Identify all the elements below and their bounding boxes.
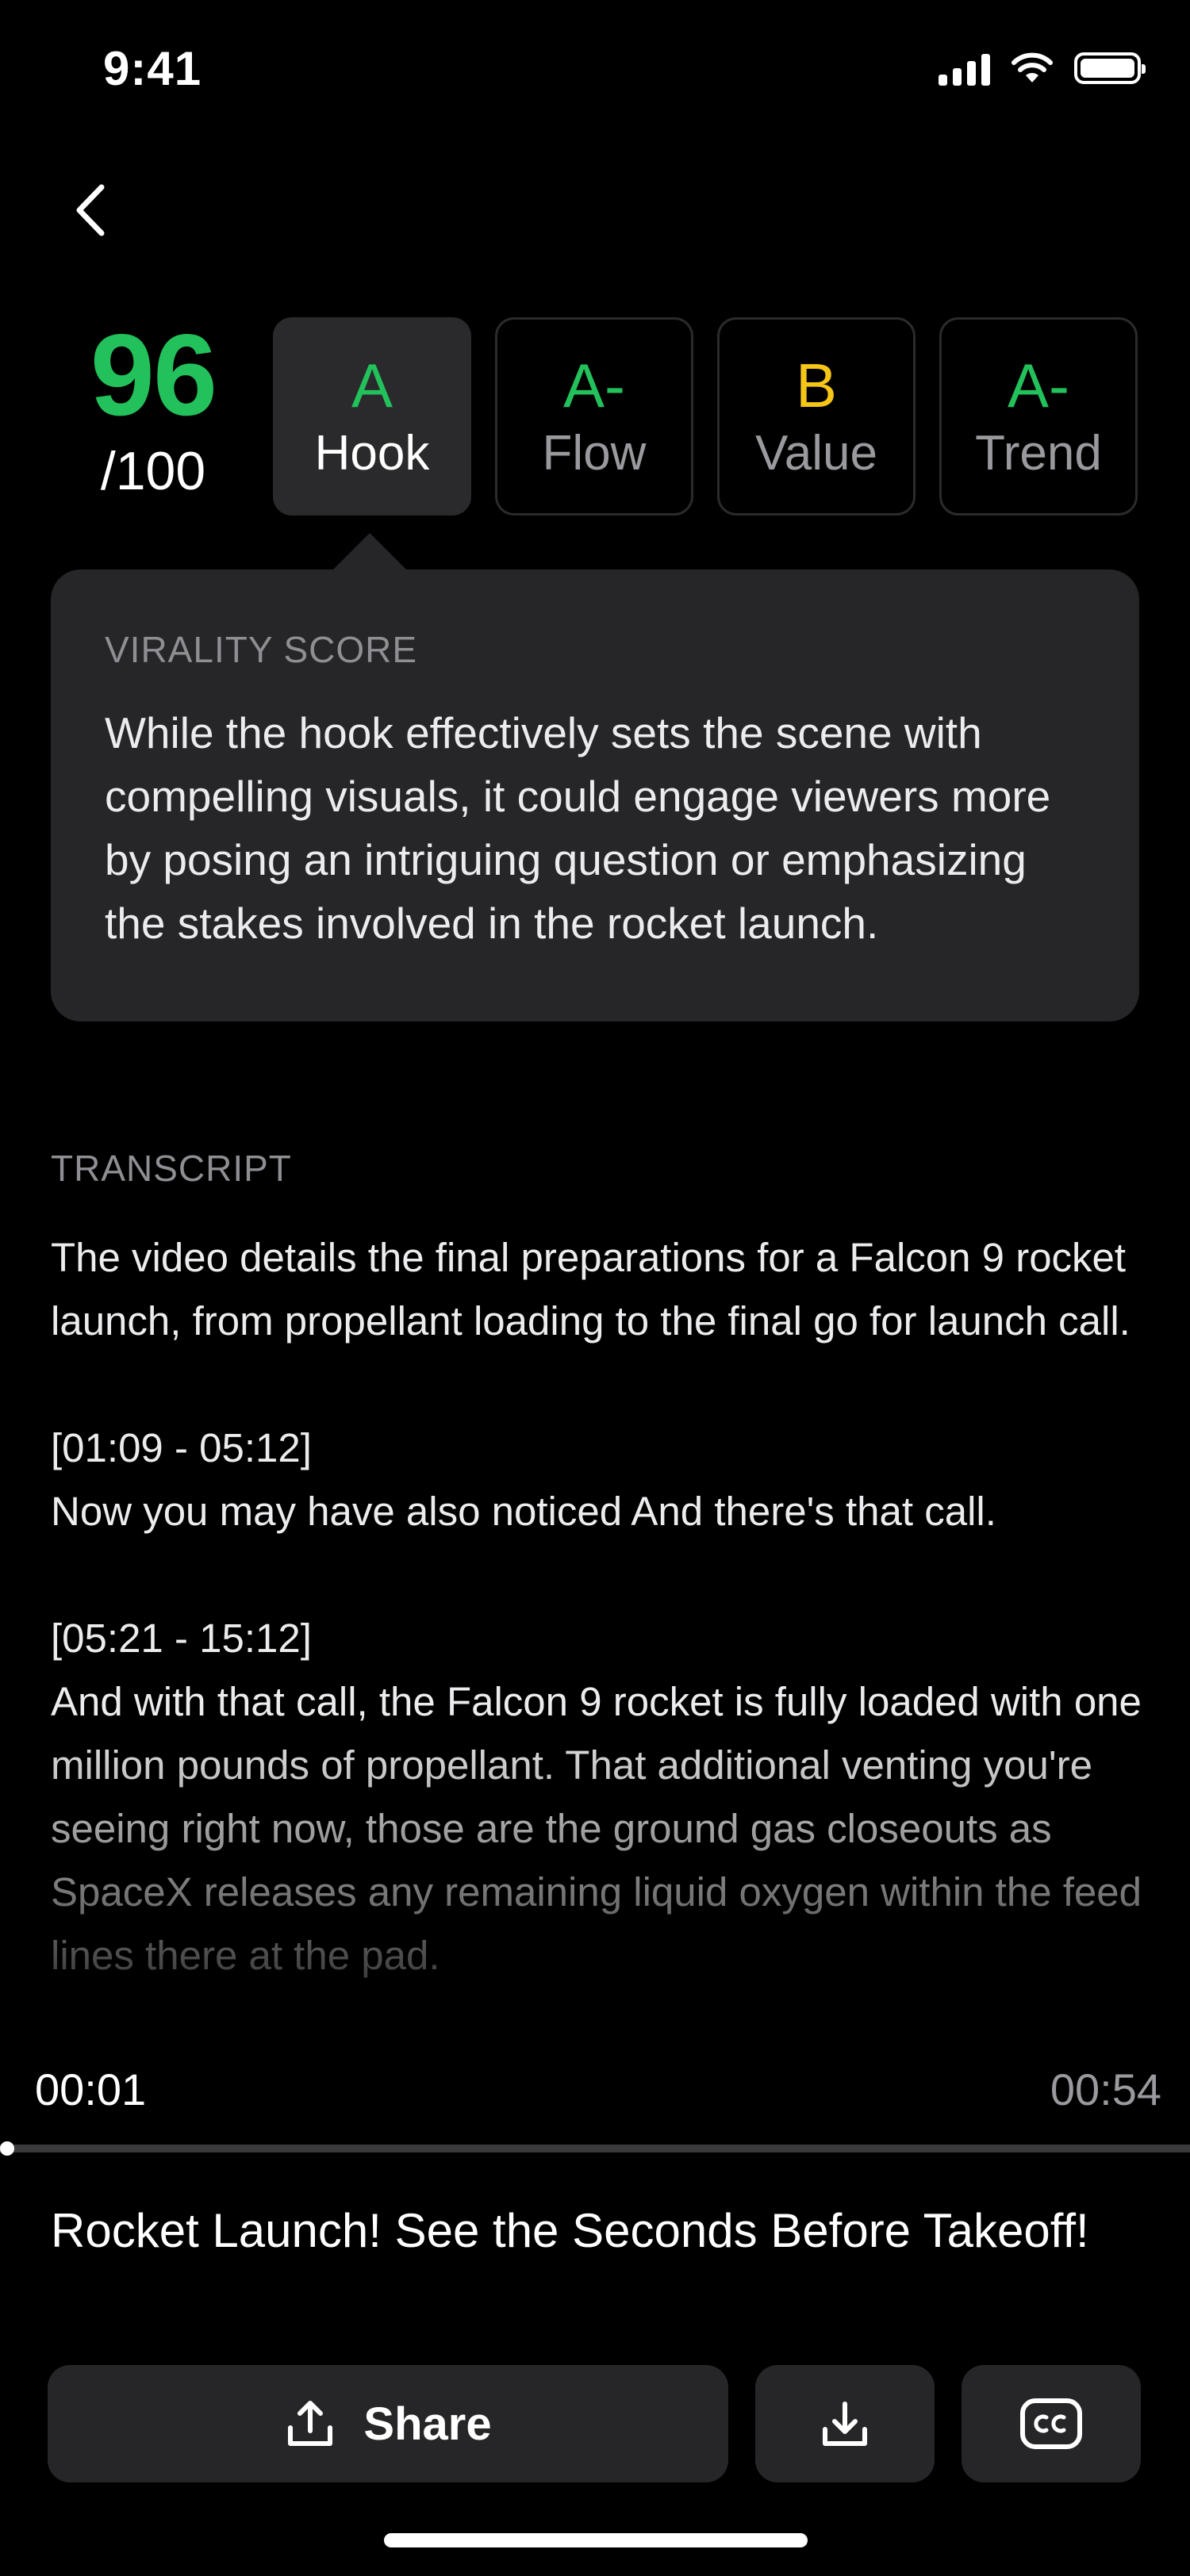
download-button[interactable] xyxy=(755,2365,935,2482)
grade-label: Hook xyxy=(314,426,430,481)
segment-timestamp: [01:09 - 05:12] xyxy=(51,1425,312,1470)
virality-score-card: VIRALITY SCORE While the hook effectivel… xyxy=(51,569,1139,1022)
chevron-left-icon xyxy=(76,184,105,236)
info-card-title: VIRALITY SCORE xyxy=(105,629,418,670)
grade-letter: A xyxy=(351,351,393,420)
video-title: Rocket Launch! See the Seconds Before Ta… xyxy=(51,2204,1089,2257)
grade-letter: A- xyxy=(563,351,625,420)
share-button[interactable]: Share xyxy=(48,2365,728,2482)
battery-icon xyxy=(1074,52,1146,84)
cellular-signal-icon xyxy=(939,51,990,86)
total-time: 00:54 xyxy=(1050,2064,1161,2114)
grade-cards: A Hook A- Flow B Value A- Trend xyxy=(273,317,1138,516)
segment-text: And with that call, the Falcon 9 rocket … xyxy=(51,1679,1142,1978)
grade-card-value[interactable]: B Value xyxy=(717,317,916,516)
grade-label: Value xyxy=(755,426,877,481)
progress-bar[interactable] xyxy=(0,2145,1190,2152)
transcript-summary: The video details the final preparations… xyxy=(51,1235,1130,1344)
closed-captions-icon xyxy=(1020,2398,1082,2449)
score-value: 96 xyxy=(90,310,217,439)
share-label: Share xyxy=(363,2398,492,2450)
current-time: 00:01 xyxy=(35,2064,147,2114)
share-icon xyxy=(288,2401,333,2446)
transcript-segment: [05:21 - 15:12] And with that call, the … xyxy=(51,1607,1146,1988)
segment-timestamp: [05:21 - 15:12] xyxy=(51,1616,312,1661)
grade-letter: A- xyxy=(1008,351,1069,420)
grade-card-flow[interactable]: A- Flow xyxy=(495,317,693,516)
tooltip-pointer xyxy=(332,533,408,571)
grade-card-trend[interactable]: A- Trend xyxy=(939,317,1138,516)
overall-score: 96 /100 xyxy=(70,310,236,501)
grade-label: Flow xyxy=(542,426,647,481)
captions-button[interactable] xyxy=(962,2365,1141,2482)
app-screen: 9:41 96 /100 A Hook A- Flow B Value A- T… xyxy=(0,0,1190,2576)
home-indicator[interactable] xyxy=(384,2533,808,2547)
wifi-icon xyxy=(1012,52,1053,82)
grade-label: Trend xyxy=(975,426,1102,481)
transcript-segment: [01:09 - 05:12] Now you may have also no… xyxy=(51,1416,1146,1543)
transcript-label: TRANSCRIPT xyxy=(51,1148,292,1189)
transcript-text[interactable]: The video details the final preparations… xyxy=(51,1226,1146,2043)
segment-text: Now you may have also noticed And there'… xyxy=(51,1489,996,1534)
back-button[interactable] xyxy=(62,174,119,246)
progress-scrubber-handle[interactable] xyxy=(0,2141,14,2156)
status-icons xyxy=(939,51,1146,86)
grade-letter: B xyxy=(795,351,838,420)
status-time: 9:41 xyxy=(103,42,202,95)
score-denominator: /100 xyxy=(100,441,206,501)
download-icon xyxy=(823,2402,867,2446)
grade-card-hook[interactable]: A Hook xyxy=(273,317,471,516)
info-card-body: While the hook effectively sets the scen… xyxy=(105,708,1051,948)
